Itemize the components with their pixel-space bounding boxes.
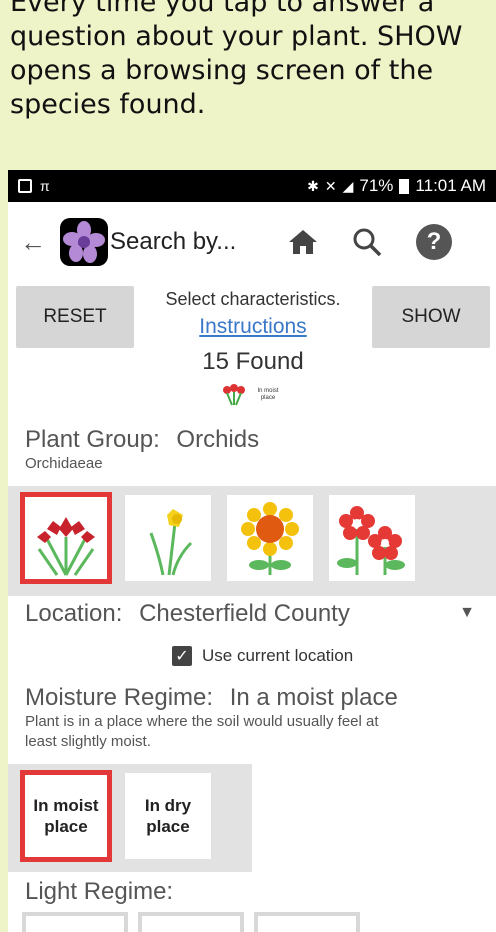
nav-icon: π (40, 178, 50, 194)
daffodil-icon (149, 509, 193, 576)
moist-place-chip: In moist place (257, 388, 279, 401)
battery-icon (399, 178, 410, 194)
use-current-location-row[interactable]: ✓ Use current location (172, 646, 353, 666)
light-option-1[interactable] (22, 912, 128, 932)
phone-screen: π ✱ ✕ ◢ 71% 11:01 AM ← Search by... ? RE… (8, 170, 496, 932)
clock: 11:01 AM (415, 176, 486, 195)
caption-line: question about your plant. SHOW (10, 21, 463, 52)
moisture-value: In a moist place (229, 684, 398, 711)
search-icon[interactable] (352, 227, 382, 257)
reset-button[interactable]: RESET (16, 286, 134, 348)
red-flowers-icon (337, 506, 405, 575)
option-label: place (146, 817, 190, 836)
status-bar: π ✱ ✕ ◢ 71% 11:01 AM (8, 170, 496, 202)
screenshot-icon (18, 179, 32, 193)
location-label: Location: (25, 600, 123, 627)
app-bar-actions: ? (288, 224, 452, 260)
plant-group-options (8, 486, 496, 596)
plant-group-label: Plant Group: (25, 426, 160, 453)
light-option-3[interactable] (254, 912, 360, 932)
orchid-icon (37, 517, 95, 576)
found-count: 15 Found (202, 348, 304, 375)
signal-icon: ◢ (342, 177, 354, 194)
light-options-strip (22, 912, 366, 932)
location-value: Chesterfield County (139, 600, 350, 627)
selected-filter-chips: In moist place (136, 380, 370, 410)
option-sunflower[interactable] (224, 492, 316, 584)
status-right: ✱ ✕ ◢ 71% 11:01 AM (307, 176, 486, 196)
orchid-mini-icon (223, 384, 245, 406)
battery-percent: 71% (359, 176, 394, 195)
option-moist-place[interactable]: In moist place (20, 770, 112, 862)
status-left: π (18, 178, 50, 194)
back-arrow-icon[interactable]: ← (20, 227, 60, 258)
flower-logo-icon (63, 221, 105, 263)
use-current-location-label: Use current location (202, 646, 354, 665)
moisture-options: In moist place In dry place (8, 764, 252, 872)
select-prompt: Select characteristics. (165, 289, 341, 309)
option-red-flowers[interactable] (326, 492, 418, 584)
option-label: In moist (33, 796, 99, 815)
plant-group-value: Orchids (176, 426, 260, 453)
use-current-location-checkbox[interactable]: ✓ (172, 646, 192, 666)
help-icon[interactable]: ? (416, 224, 452, 260)
moisture-description-line2: least slightly moist. (25, 733, 151, 750)
plant-group-family: Orchidaeae (25, 455, 103, 472)
instructions-link[interactable]: Instructions (136, 312, 370, 342)
app-bar: ← Search by... ? (8, 202, 496, 282)
moisture-header: Moisture Regime: In a moist place Plant … (25, 684, 398, 752)
moisture-description-line1: Plant is in a place where the soil would… (25, 713, 379, 730)
option-orchid[interactable] (20, 492, 112, 584)
caption-line: opens a browsing screen of the (10, 55, 434, 86)
caption-line: Every time you tap to answer a (10, 0, 435, 18)
app-flower-logo (60, 218, 108, 266)
moisture-label: Moisture Regime: (25, 684, 214, 711)
mute-icon: ✕ (324, 177, 337, 194)
dropdown-arrow-icon[interactable]: ▼ (459, 600, 475, 628)
light-label: Light Regime: (25, 878, 174, 905)
light-header: Light Regime: (25, 878, 173, 906)
show-button[interactable]: SHOW (372, 286, 490, 348)
option-daffodil[interactable] (122, 492, 214, 584)
location-selector[interactable]: Location: Chesterfield County ▼ (25, 600, 475, 628)
option-dry-place[interactable]: In dry place (122, 770, 214, 862)
caption-line: species found. (10, 89, 206, 120)
option-label: In dry (144, 796, 192, 815)
light-option-2[interactable] (138, 912, 244, 932)
sunflower-icon (241, 502, 299, 575)
results-summary: Select characteristics. Instructions 15 … (136, 286, 370, 410)
plant-group-header: Plant Group: Orchids Orchidaeae (25, 426, 259, 474)
app-title: Search by... (110, 228, 237, 255)
bluetooth-icon: ✱ (307, 177, 319, 194)
caption-text: Every time you tap to answer a question … (10, 0, 490, 122)
home-icon[interactable] (288, 228, 318, 256)
option-label: place (44, 817, 88, 836)
